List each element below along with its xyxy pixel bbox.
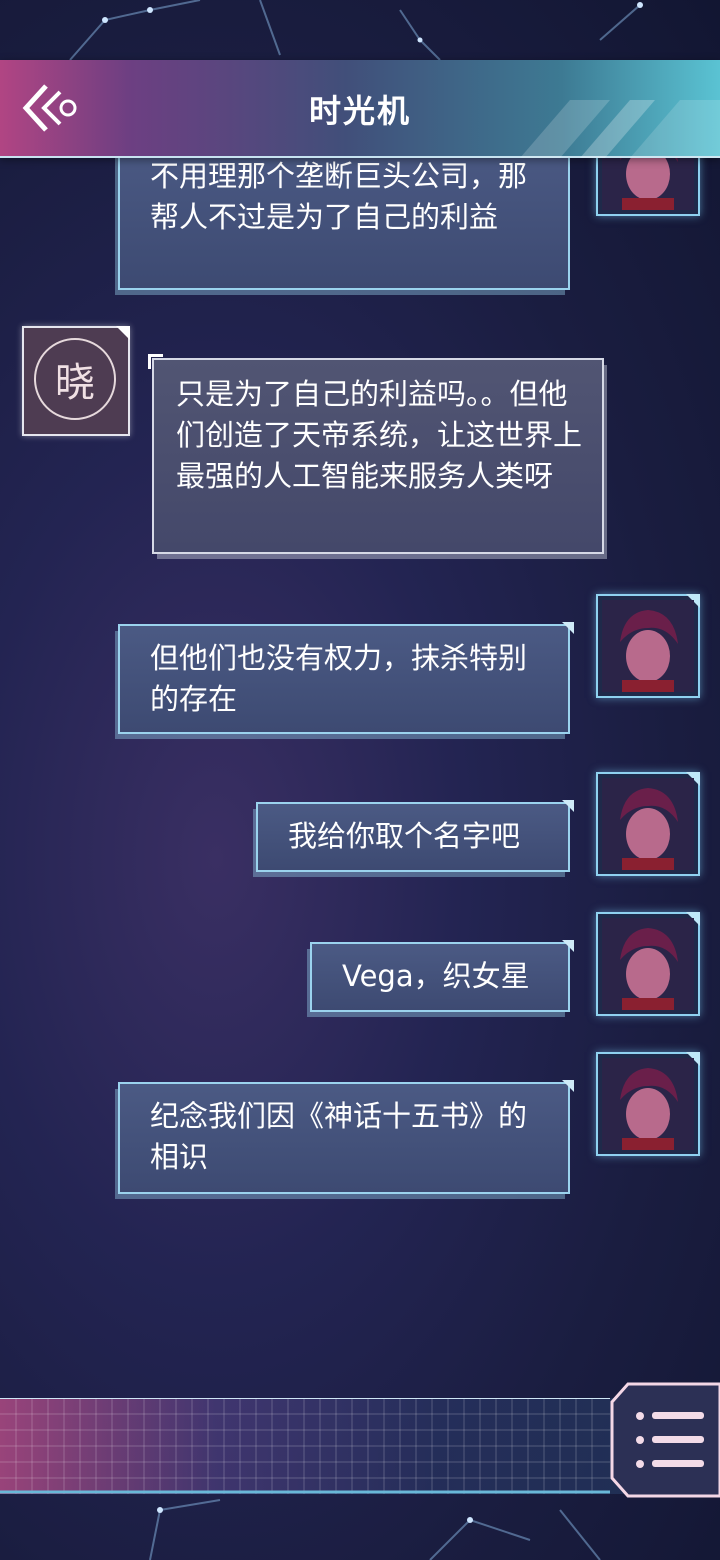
menu-list-icon	[610, 1382, 720, 1498]
top-navigation-bar: 时光机	[0, 60, 720, 158]
chat-bubble-sent: 不用理那个垄断巨头公司，那帮人不过是为了自己的利益	[118, 138, 574, 290]
message-text: 不用理那个垄断巨头公司，那帮人不过是为了自己的利益	[150, 159, 528, 234]
chat-bubble-sent: Vega，织女星	[310, 940, 574, 1012]
boy-portrait-icon	[602, 600, 694, 692]
user-avatar[interactable]	[596, 772, 700, 876]
message-text: 但他们也没有权力，抹杀特别的存在	[150, 641, 528, 716]
chat-bubble-sent: 我给你取个名字吧	[256, 800, 574, 872]
user-avatar[interactable]	[596, 1052, 700, 1156]
chat-bubble-sent: 但他们也没有权力，抹杀特别的存在	[118, 622, 574, 734]
chat-bubble-sent: 纪念我们因《神话十五书》的相识	[118, 1080, 574, 1194]
boy-portrait-icon	[602, 918, 694, 1010]
chat-bubble-received: 只是为了自己的利益吗。。但他们创造了天帝系统，让这世界上最强的人工智能来服务人类…	[148, 354, 604, 554]
message-text: 只是为了自己的利益吗。。但他们创造了天帝系统，让这世界上最强的人工智能来服务人类…	[176, 377, 583, 493]
ai-avatar[interactable]: 晓	[22, 326, 130, 436]
boy-portrait-icon	[602, 1058, 694, 1150]
message-text: 我给你取个名字吧	[288, 819, 521, 853]
ai-avatar-glyph: 晓	[34, 338, 116, 420]
user-avatar[interactable]	[596, 912, 700, 1016]
menu-button[interactable]	[610, 1382, 720, 1498]
message-text: Vega，织女星	[342, 959, 530, 993]
boy-portrait-icon	[602, 778, 694, 870]
user-avatar[interactable]	[596, 594, 700, 698]
message-text: 纪念我们因《神话十五书》的相识	[150, 1099, 528, 1174]
header-decoration	[520, 100, 720, 158]
